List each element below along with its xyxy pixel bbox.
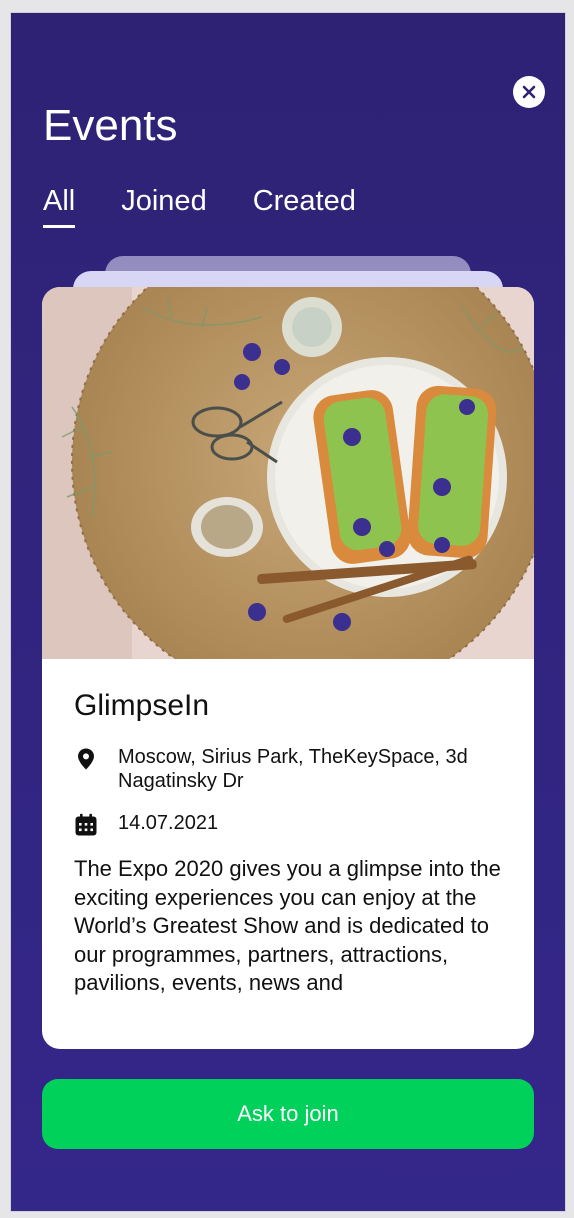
event-location: Moscow, Sirius Park, TheKeySpace, 3d Nag… [118, 746, 468, 792]
event-image [42, 287, 534, 659]
event-card[interactable]: GlimpseIn Moscow, Sirius Park, TheKeySpa… [42, 287, 534, 1049]
events-screen: Events All Joined Created GlimpseIn Mosc… [10, 12, 566, 1212]
tab-all[interactable]: All [43, 185, 76, 228]
event-date: 14.07.2021 [118, 812, 219, 834]
event-description: The Expo 2020 gives you a glimpse into t… [74, 856, 501, 995]
tab-joined[interactable]: Joined [121, 185, 206, 224]
close-icon [522, 85, 536, 99]
location-pin-icon [78, 748, 94, 770]
tab-created[interactable]: Created [253, 185, 356, 224]
event-name: GlimpseIn [74, 689, 210, 722]
tab-bar: All Joined Created [43, 185, 356, 228]
date-row: 14.07.2021 [74, 811, 502, 837]
location-row: Moscow, Sirius Park, TheKeySpace, 3d Nag… [74, 745, 502, 793]
calendar-icon [75, 813, 97, 836]
close-button[interactable] [513, 76, 545, 108]
page-title: Events [43, 101, 178, 150]
ask-to-join-button[interactable]: Ask to join [42, 1079, 534, 1149]
